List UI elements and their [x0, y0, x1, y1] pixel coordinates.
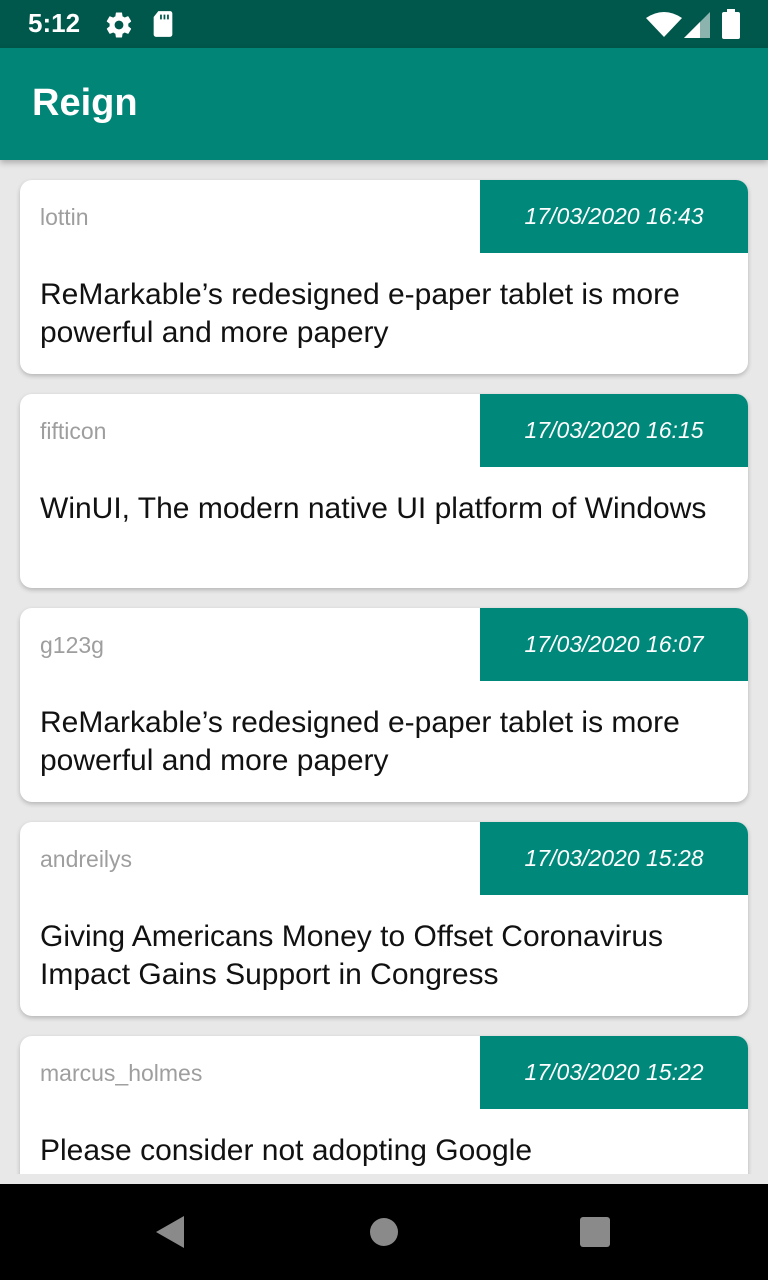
- post-date-badge: 17/03/2020 15:22: [480, 1036, 748, 1109]
- home-icon[interactable]: [368, 1216, 400, 1248]
- post-date-badge: 17/03/2020 16:43: [480, 180, 748, 253]
- post-card[interactable]: marcus_holmes 17/03/2020 15:22 Please co…: [20, 1036, 748, 1174]
- app-title: Reign: [32, 82, 138, 124]
- post-date-badge: 17/03/2020 16:15: [480, 394, 748, 467]
- wifi-icon: [646, 12, 682, 37]
- post-title: WinUI, The modern native UI platform of …: [40, 492, 707, 525]
- status-bar: 5:12: [0, 0, 768, 48]
- signal-icon: [684, 12, 710, 38]
- battery-icon: [722, 9, 740, 39]
- status-time: 5:12: [28, 8, 81, 38]
- post-title: Giving Americans Money to Offset Coronav…: [40, 920, 664, 991]
- post-card[interactable]: g123g 17/03/2020 16:07 ReMarkable’s rede…: [20, 608, 748, 802]
- post-author: andreilys: [40, 846, 133, 872]
- post-author: fifticon: [40, 418, 107, 444]
- app-bar: Reign: [0, 48, 768, 160]
- post-card[interactable]: andreilys 17/03/2020 15:28 Giving Americ…: [20, 822, 748, 1016]
- post-title: ReMarkable’s redesigned e-paper tablet i…: [40, 706, 680, 777]
- post-title: Please consider not adopting Google: [40, 1134, 533, 1167]
- post-list[interactable]: lottin 17/03/2020 16:43 ReMarkable’s red…: [0, 160, 768, 1174]
- post-card[interactable]: lottin 17/03/2020 16:43 ReMarkable’s red…: [20, 180, 748, 374]
- post-date-badge: 17/03/2020 15:28: [480, 822, 748, 895]
- recents-icon[interactable]: [579, 1216, 611, 1248]
- navigation-bar: [0, 1184, 768, 1280]
- gear-icon: [106, 12, 132, 38]
- post-card[interactable]: fifticon 17/03/2020 16:15 WinUI, The mod…: [20, 394, 748, 588]
- post-title: ReMarkable’s redesigned e-paper tablet i…: [40, 278, 680, 349]
- post-author: lottin: [40, 204, 89, 230]
- sd-card-icon: [153, 11, 173, 37]
- post-author: g123g: [40, 632, 104, 658]
- back-icon[interactable]: [154, 1214, 188, 1250]
- post-date-badge: 17/03/2020 16:07: [480, 608, 748, 681]
- post-author: marcus_holmes: [40, 1060, 203, 1086]
